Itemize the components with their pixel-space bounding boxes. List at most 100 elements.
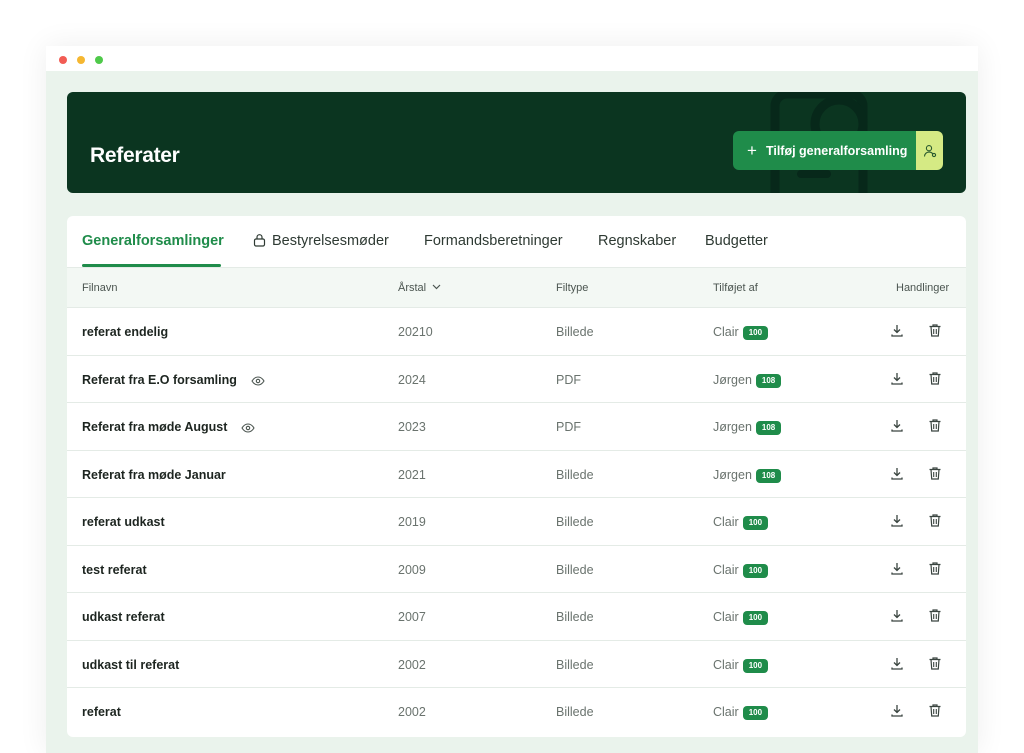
- trash-icon[interactable]: [928, 561, 942, 579]
- added-by-cell: Clair 100: [713, 610, 769, 625]
- tab-label: Regnskaber: [598, 233, 677, 249]
- filetype-cell: PDF: [556, 372, 581, 387]
- user-badge: 108: [755, 468, 782, 483]
- added-by-cell: Jørgen 108: [713, 372, 782, 388]
- download-icon[interactable]: [890, 656, 904, 674]
- user-name: Clair: [713, 562, 739, 577]
- tab-bestyrelsesmoder[interactable]: Bestyrelsesmøder: [253, 233, 389, 249]
- column-header-arstal[interactable]: Årstal: [398, 282, 441, 294]
- year-cell: 20210: [398, 325, 433, 339]
- user-badge: 100: [742, 658, 769, 673]
- user-badge: 100: [742, 706, 769, 720]
- download-icon[interactable]: [890, 561, 904, 579]
- category-tabs: Generalforsamlinger Bestyrelsesmøder For…: [67, 216, 966, 268]
- user-badge: 100: [742, 563, 769, 578]
- file-name[interactable]: Referat fra E.O forsamling: [82, 373, 265, 389]
- trash-icon[interactable]: [928, 466, 942, 484]
- add-button-label: Tilføj generalforsamling: [765, 143, 908, 158]
- person-icon: [923, 144, 936, 157]
- file-name-text: udkast til referat: [82, 657, 180, 672]
- file-name[interactable]: referat endelig: [82, 325, 168, 339]
- table-row[interactable]: Referat fra møde Januar 2021 Billede Jørgen…: [67, 451, 966, 498]
- column-header-filnavn: Filnavn: [82, 282, 118, 294]
- eye-icon[interactable]: [251, 375, 265, 389]
- year-cell: 2024: [398, 372, 426, 387]
- table-body: referat endelig 20210 Billede Clair 100 Refer…: [67, 308, 966, 736]
- table-row[interactable]: test referat 2009 Billede Clair 100: [67, 546, 966, 593]
- download-icon[interactable]: [890, 466, 904, 484]
- person-settings-button[interactable]: [916, 131, 943, 170]
- table-row[interactable]: referat endelig 20210 Billede Clair 100: [67, 308, 966, 356]
- table-row[interactable]: udkast referat 2007 Billede Clair 100: [67, 593, 966, 641]
- header-actions: + Tilføj generalforsamling: [733, 131, 943, 170]
- page-title: Referater: [90, 144, 180, 167]
- download-icon[interactable]: [890, 418, 904, 436]
- file-name[interactable]: Referat fra møde August: [82, 420, 256, 436]
- tab-regnskaber[interactable]: Regnskaber: [598, 233, 676, 249]
- added-by-cell: Clair 100: [713, 515, 769, 530]
- download-icon[interactable]: [890, 323, 904, 341]
- tab-label: Generalforsamlinger: [82, 233, 224, 249]
- close-window-dot[interactable]: [59, 56, 67, 64]
- user-name: Jørgen: [713, 372, 752, 387]
- trash-icon[interactable]: [928, 418, 942, 436]
- table-row[interactable]: udkast til referat 2002 Billede Clair 100: [67, 641, 966, 688]
- table-row[interactable]: referat udkast 2019 Billede Clair 100: [67, 498, 966, 546]
- trash-icon[interactable]: [928, 703, 942, 721]
- download-icon[interactable]: [890, 513, 904, 531]
- user-name: Jørgen: [713, 467, 752, 482]
- filetype-cell: Billede: [556, 705, 594, 719]
- file-name[interactable]: udkast referat: [82, 610, 165, 624]
- user-name: Clair: [713, 515, 739, 529]
- download-icon[interactable]: [890, 608, 904, 626]
- download-icon[interactable]: [890, 371, 904, 389]
- added-by-cell: Clair 100: [713, 562, 769, 578]
- eye-icon[interactable]: [241, 422, 256, 436]
- column-header-handlinger: Handlinger: [896, 282, 950, 294]
- maximize-window-dot[interactable]: [95, 56, 103, 64]
- table-row[interactable]: referat 2002 Billede Clair 100: [67, 688, 966, 736]
- table-row[interactable]: Referat fra møde August 2023 PDF Jørgen 108: [67, 403, 966, 451]
- year-cell: 2009: [398, 562, 426, 577]
- filetype-cell: Billede: [556, 562, 594, 577]
- year-cell: 2002: [398, 705, 426, 719]
- year-cell: 2002: [398, 657, 426, 672]
- download-icon[interactable]: [890, 703, 904, 721]
- file-name[interactable]: test referat: [82, 563, 147, 577]
- trash-icon[interactable]: [928, 323, 942, 341]
- column-header-tilfojet-af: Tilføjet af: [713, 282, 758, 294]
- user-badge: 100: [742, 516, 769, 530]
- tab-budgetter[interactable]: Budgetter: [705, 233, 768, 249]
- file-name-text: Referat fra møde Januar: [82, 467, 226, 482]
- file-name[interactable]: udkast til referat: [82, 658, 179, 672]
- file-name[interactable]: referat udkast: [82, 515, 165, 529]
- tab-formandsberetninger[interactable]: Formandsberetninger: [424, 233, 563, 249]
- trash-icon[interactable]: [928, 513, 942, 531]
- file-name-text: referat: [82, 705, 121, 719]
- filetype-cell: Billede: [556, 467, 594, 482]
- trash-icon[interactable]: [928, 608, 942, 626]
- file-name[interactable]: Referat fra møde Januar: [82, 468, 226, 482]
- added-by-cell: Clair 100: [713, 325, 769, 340]
- tab-generalforsamlinger[interactable]: Generalforsamlinger: [82, 233, 224, 249]
- user-badge: 108: [755, 421, 782, 435]
- added-by-cell: Jørgen 108: [713, 467, 782, 483]
- window-titlebar: [46, 46, 978, 71]
- user-name: Clair: [713, 325, 739, 339]
- minimize-window-dot[interactable]: [77, 56, 85, 64]
- year-cell: 2023: [398, 420, 426, 434]
- user-name: Clair: [713, 657, 739, 672]
- trash-icon[interactable]: [928, 371, 942, 389]
- year-cell: 2019: [398, 515, 426, 529]
- table-row[interactable]: Referat fra E.O forsamling 2024 PDF Jørgen 1…: [67, 356, 966, 403]
- filetype-cell: Billede: [556, 657, 594, 672]
- user-badge: 100: [742, 326, 769, 340]
- trash-icon[interactable]: [928, 656, 942, 674]
- filetype-cell: Billede: [556, 515, 594, 529]
- file-name[interactable]: referat: [82, 705, 121, 719]
- user-name: Jørgen: [713, 420, 752, 434]
- user-badge: 108: [755, 373, 782, 388]
- column-header-filtype: Filtype: [556, 282, 589, 294]
- add-generalforsamling-button[interactable]: + Tilføj generalforsamling: [733, 131, 916, 170]
- lock-icon: [253, 234, 266, 247]
